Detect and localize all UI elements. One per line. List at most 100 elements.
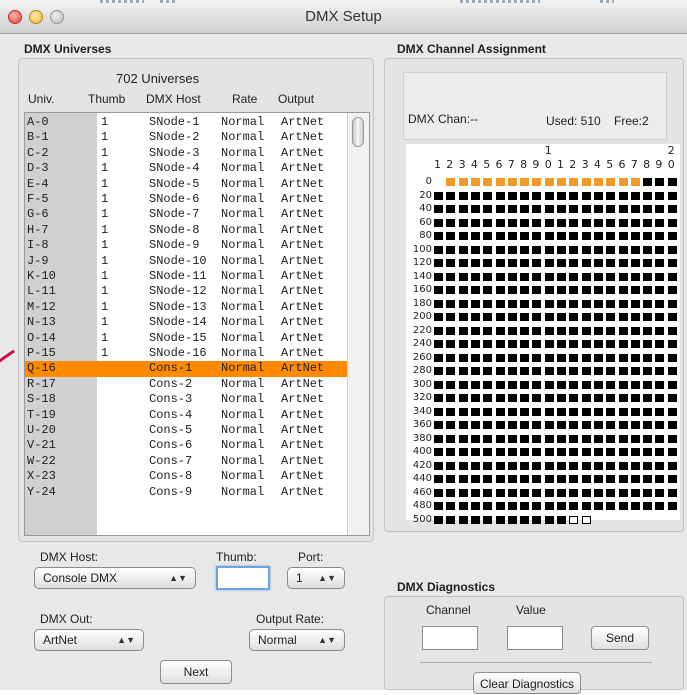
table-row[interactable]: N-13 1 SNode-14 Normal ArtNet [25,315,347,330]
channel-cell[interactable] [520,232,530,240]
channel-cell[interactable] [618,448,628,456]
channel-cell[interactable] [483,515,493,524]
channel-cell[interactable] [593,232,603,240]
channel-cell[interactable] [470,232,480,240]
channel-cell[interactable] [470,461,480,470]
channel-cell[interactable] [630,475,640,483]
channel-cell[interactable] [667,407,677,416]
channel-cell[interactable] [520,461,530,470]
channel-cell[interactable] [630,353,640,362]
channel-cell[interactable] [557,394,566,402]
channel-cell[interactable] [495,218,505,227]
table-row[interactable]: J-9 1 SNode-10 Normal ArtNet [25,254,347,269]
channel-cell[interactable] [630,461,640,470]
channel-cell[interactable] [483,434,493,443]
channel-cell[interactable] [434,394,443,402]
channel-cell[interactable] [507,259,517,267]
channel-cell[interactable] [544,326,554,335]
channel-cell[interactable] [593,421,603,429]
channel-cell[interactable] [581,218,591,227]
channel-cell[interactable] [630,340,640,348]
channel-cell[interactable] [458,461,468,470]
channel-cell[interactable] [643,340,653,348]
channel-cell[interactable] [507,515,517,524]
channel-cell[interactable] [630,326,640,335]
channel-cell[interactable] [593,353,603,362]
channel-cell[interactable] [483,475,493,483]
channel-cell[interactable] [507,326,517,335]
channel-cell[interactable] [593,299,603,308]
channel-cell[interactable] [618,434,628,443]
channel-cell[interactable] [446,394,456,402]
channel-cell[interactable] [544,380,554,389]
channel-cell[interactable] [630,245,640,254]
channel-cell[interactable] [470,380,480,389]
channel-cell[interactable] [520,380,530,389]
channel-cell[interactable] [483,407,493,416]
channel-cell[interactable] [434,259,443,267]
channel-cell[interactable] [667,286,677,294]
table-row[interactable]: L-11 1 SNode-12 Normal ArtNet [25,284,347,299]
channel-cell[interactable] [446,245,456,254]
channel-cell[interactable] [630,232,640,240]
channel-cell[interactable] [520,340,530,348]
channel-cell[interactable] [643,286,653,294]
channel-cell[interactable] [618,353,628,362]
channel-cell[interactable] [507,353,517,362]
channel-cell[interactable] [470,367,480,375]
channel-cell[interactable] [507,448,517,456]
channel-cell[interactable] [520,488,530,497]
channel-cell[interactable] [544,421,554,429]
channel-cell[interactable] [434,367,443,375]
channel-cell[interactable] [520,313,530,321]
channel-cell[interactable] [532,448,542,456]
channel-cell[interactable] [557,502,566,510]
channel-cell[interactable] [495,394,505,402]
channel-cell[interactable] [593,286,603,294]
channel-cell[interactable] [630,218,640,227]
channel-cell[interactable] [618,259,628,267]
channel-cell[interactable] [495,178,505,186]
channel-cell[interactable] [581,232,591,240]
channel-cell[interactable] [630,178,640,186]
channel-cell[interactable] [507,272,517,281]
channel-cell[interactable] [667,326,677,335]
channel-cell[interactable] [532,421,542,429]
channel-cell[interactable] [557,259,566,267]
channel-cell[interactable] [643,434,653,443]
channel-cell[interactable] [495,272,505,281]
channel-cell[interactable] [593,394,603,402]
channel-cell[interactable] [446,299,456,308]
channel-cell[interactable] [618,178,628,186]
channel-cell[interactable] [557,448,566,456]
channel-cell[interactable] [643,488,653,497]
channel-cell[interactable] [643,205,653,213]
channel-cell[interactable] [458,178,468,186]
channel-cell[interactable] [483,502,493,510]
channel-cell[interactable] [507,340,517,348]
channel-cell[interactable] [483,394,493,402]
channel-cell[interactable] [495,340,505,348]
channel-cell[interactable] [483,326,493,335]
channel-cell[interactable] [630,502,640,510]
channel-cell[interactable] [557,367,566,375]
channel-cell[interactable] [544,407,554,416]
channel-cell[interactable] [470,326,480,335]
channel-cell[interactable] [483,353,493,362]
channel-cell[interactable] [544,286,554,294]
channel-cell[interactable] [458,272,468,281]
channel-cell[interactable] [630,434,640,443]
channel-cell[interactable] [618,340,628,348]
table-row[interactable]: U-20 Cons-5 Normal ArtNet [25,423,347,438]
channel-cell[interactable] [581,313,591,321]
channel-cell[interactable] [569,394,579,402]
channel-cell[interactable] [483,178,493,186]
channel-cell[interactable] [495,232,505,240]
channel-cell[interactable] [655,394,665,402]
channel-cell[interactable] [483,232,493,240]
channel-cell[interactable] [520,178,530,186]
channel-cell[interactable] [618,313,628,321]
table-row[interactable]: H-7 1 SNode-8 Normal ArtNet [25,223,347,238]
channel-cell[interactable] [643,461,653,470]
channel-cell[interactable] [569,178,579,186]
